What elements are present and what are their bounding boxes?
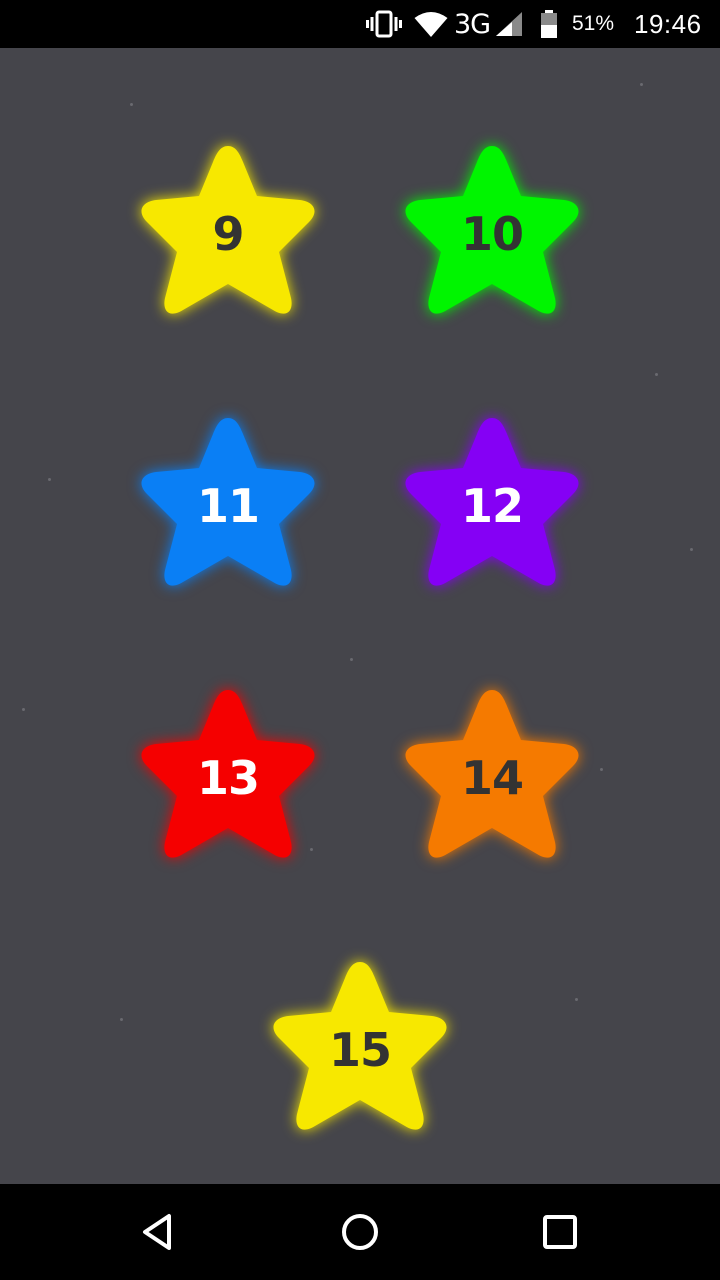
network-type-label: 3G [454,8,491,40]
back-icon [143,1214,171,1250]
level-number: 14 [460,751,524,805]
background-speck [690,548,693,551]
cell-signal-icon [494,0,524,48]
battery-percent: 51% [572,12,615,35]
background-speck [655,373,658,376]
background-speck [22,708,25,711]
recents-button[interactable] [536,1208,584,1256]
level-number: 15 [328,1023,392,1077]
background-speck [120,1018,123,1021]
vibrate-icon [366,0,402,48]
background-speck [640,83,643,86]
recents-icon [543,1215,577,1249]
background-speck [350,658,353,661]
background-speck [130,103,133,106]
background-speck [48,478,51,481]
level-13-button[interactable]: 13 [133,682,323,866]
back-button[interactable] [136,1208,184,1256]
level-number: 10 [460,207,524,261]
navigation-bar [0,1184,720,1280]
battery-icon [540,0,560,48]
level-11-button[interactable]: 11 [133,410,323,594]
level-12-button[interactable]: 12 [397,410,587,594]
level-10-button[interactable]: 10 [397,138,587,322]
level-15-button[interactable]: 15 [265,954,455,1138]
level-number: 12 [460,479,524,533]
clock: 19:46 [634,8,702,39]
level-number: 13 [196,751,260,805]
home-icon [342,1214,378,1250]
level-number: 9 [212,207,244,261]
level-select-board: 9 10 11 12 13 14 15 [0,48,720,1184]
background-speck [575,998,578,1001]
level-number: 11 [196,479,260,533]
level-14-button[interactable]: 14 [397,682,587,866]
level-9-button[interactable]: 9 [133,138,323,322]
status-bar: 3G 51% 19:46 [0,0,720,48]
home-button[interactable] [336,1208,384,1256]
background-speck [600,768,603,771]
wifi-icon [414,0,450,48]
